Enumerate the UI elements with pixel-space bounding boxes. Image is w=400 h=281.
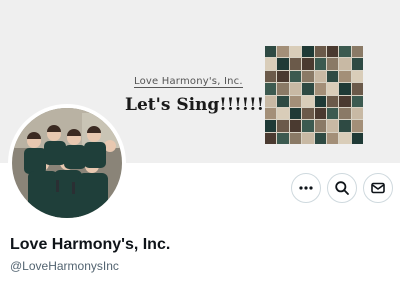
collage-photo-tile	[326, 95, 339, 107]
search-icon	[335, 181, 349, 195]
collage-photo-tile	[289, 58, 302, 70]
collage-photo-tile	[339, 95, 351, 107]
envelope-icon	[371, 182, 385, 194]
collage-photo-tile	[265, 132, 277, 144]
collage-photo-tile	[265, 58, 277, 70]
collage-photo-tile	[351, 95, 363, 107]
collage-photo-tile	[351, 58, 363, 70]
collage-photo-tile	[314, 95, 326, 107]
collage-photo-tile	[277, 132, 289, 144]
collage-photo-tile	[289, 120, 302, 132]
collage-photo-tile	[326, 132, 339, 144]
collage-photo-tile	[265, 120, 277, 132]
collage-photo-tile	[277, 70, 289, 83]
collage-photo-tile	[326, 83, 339, 95]
collage-photo-tile	[289, 107, 302, 120]
collage-photo-tile	[351, 83, 363, 95]
collage-photo-tile	[314, 46, 326, 58]
collage-photo-tile	[302, 58, 314, 70]
collage-photo-tile	[265, 46, 277, 58]
collage-photo-tile	[314, 70, 326, 83]
collage-photo-tile	[339, 107, 351, 120]
collage-photo-tile	[326, 58, 339, 70]
collage-photo-tile	[314, 132, 326, 144]
collage-photo-tile	[302, 95, 314, 107]
collage-photo-tile	[277, 46, 289, 58]
message-button[interactable]	[363, 173, 393, 203]
collage-photo-tile	[326, 107, 339, 120]
collage-photo-tile	[339, 120, 351, 132]
profile-handle: @LoveHarmonysInc	[10, 259, 119, 273]
avatar-group-photo	[12, 108, 122, 218]
collage-photo-tile	[339, 58, 351, 70]
collage-photo-tile	[277, 95, 289, 107]
banner-brand-logo: Love Harmony's, Inc.	[134, 76, 243, 88]
collage-photo-tile	[302, 70, 314, 83]
collage-photo-tile	[265, 95, 277, 107]
collage-photo-tile	[265, 83, 277, 95]
collage-photo-tile	[351, 46, 363, 58]
collage-photo-tile	[302, 132, 314, 144]
search-button[interactable]	[327, 173, 357, 203]
collage-photo-tile	[351, 70, 363, 83]
collage-photo-tile	[289, 46, 302, 58]
profile-display-name: Love Harmony's, Inc.	[10, 236, 171, 253]
collage-photo-tile	[277, 120, 289, 132]
collage-photo-tile	[289, 132, 302, 144]
banner-photo-collage	[265, 46, 363, 144]
collage-photo-tile	[339, 46, 351, 58]
collage-photo-tile	[326, 46, 339, 58]
collage-photo-tile	[351, 120, 363, 132]
collage-photo-tile	[326, 120, 339, 132]
collage-photo-tile	[314, 120, 326, 132]
banner-slogan: Let's Sing!!!!!!!+	[125, 95, 286, 115]
collage-photo-tile	[289, 70, 302, 83]
collage-photo-tile	[351, 107, 363, 120]
collage-photo-tile	[265, 70, 277, 83]
collage-photo-tile	[277, 83, 289, 95]
collage-photo-tile	[339, 70, 351, 83]
collage-photo-tile	[277, 107, 289, 120]
more-horizontal-icon	[299, 186, 313, 190]
collage-photo-tile	[302, 46, 314, 58]
collage-photo-tile	[314, 107, 326, 120]
collage-photo-tile	[339, 132, 351, 144]
collage-photo-tile	[314, 58, 326, 70]
collage-photo-tile	[339, 83, 351, 95]
collage-photo-tile	[265, 107, 277, 120]
collage-photo-tile	[289, 83, 302, 95]
collage-photo-tile	[277, 58, 289, 70]
collage-photo-tile	[289, 95, 302, 107]
avatar[interactable]	[8, 104, 126, 222]
collage-photo-tile	[302, 107, 314, 120]
collage-photo-tile	[326, 70, 339, 83]
collage-photo-tile	[302, 83, 314, 95]
more-options-button[interactable]	[291, 173, 321, 203]
collage-photo-tile	[302, 120, 314, 132]
collage-photo-tile	[351, 132, 363, 144]
collage-photo-tile	[314, 83, 326, 95]
